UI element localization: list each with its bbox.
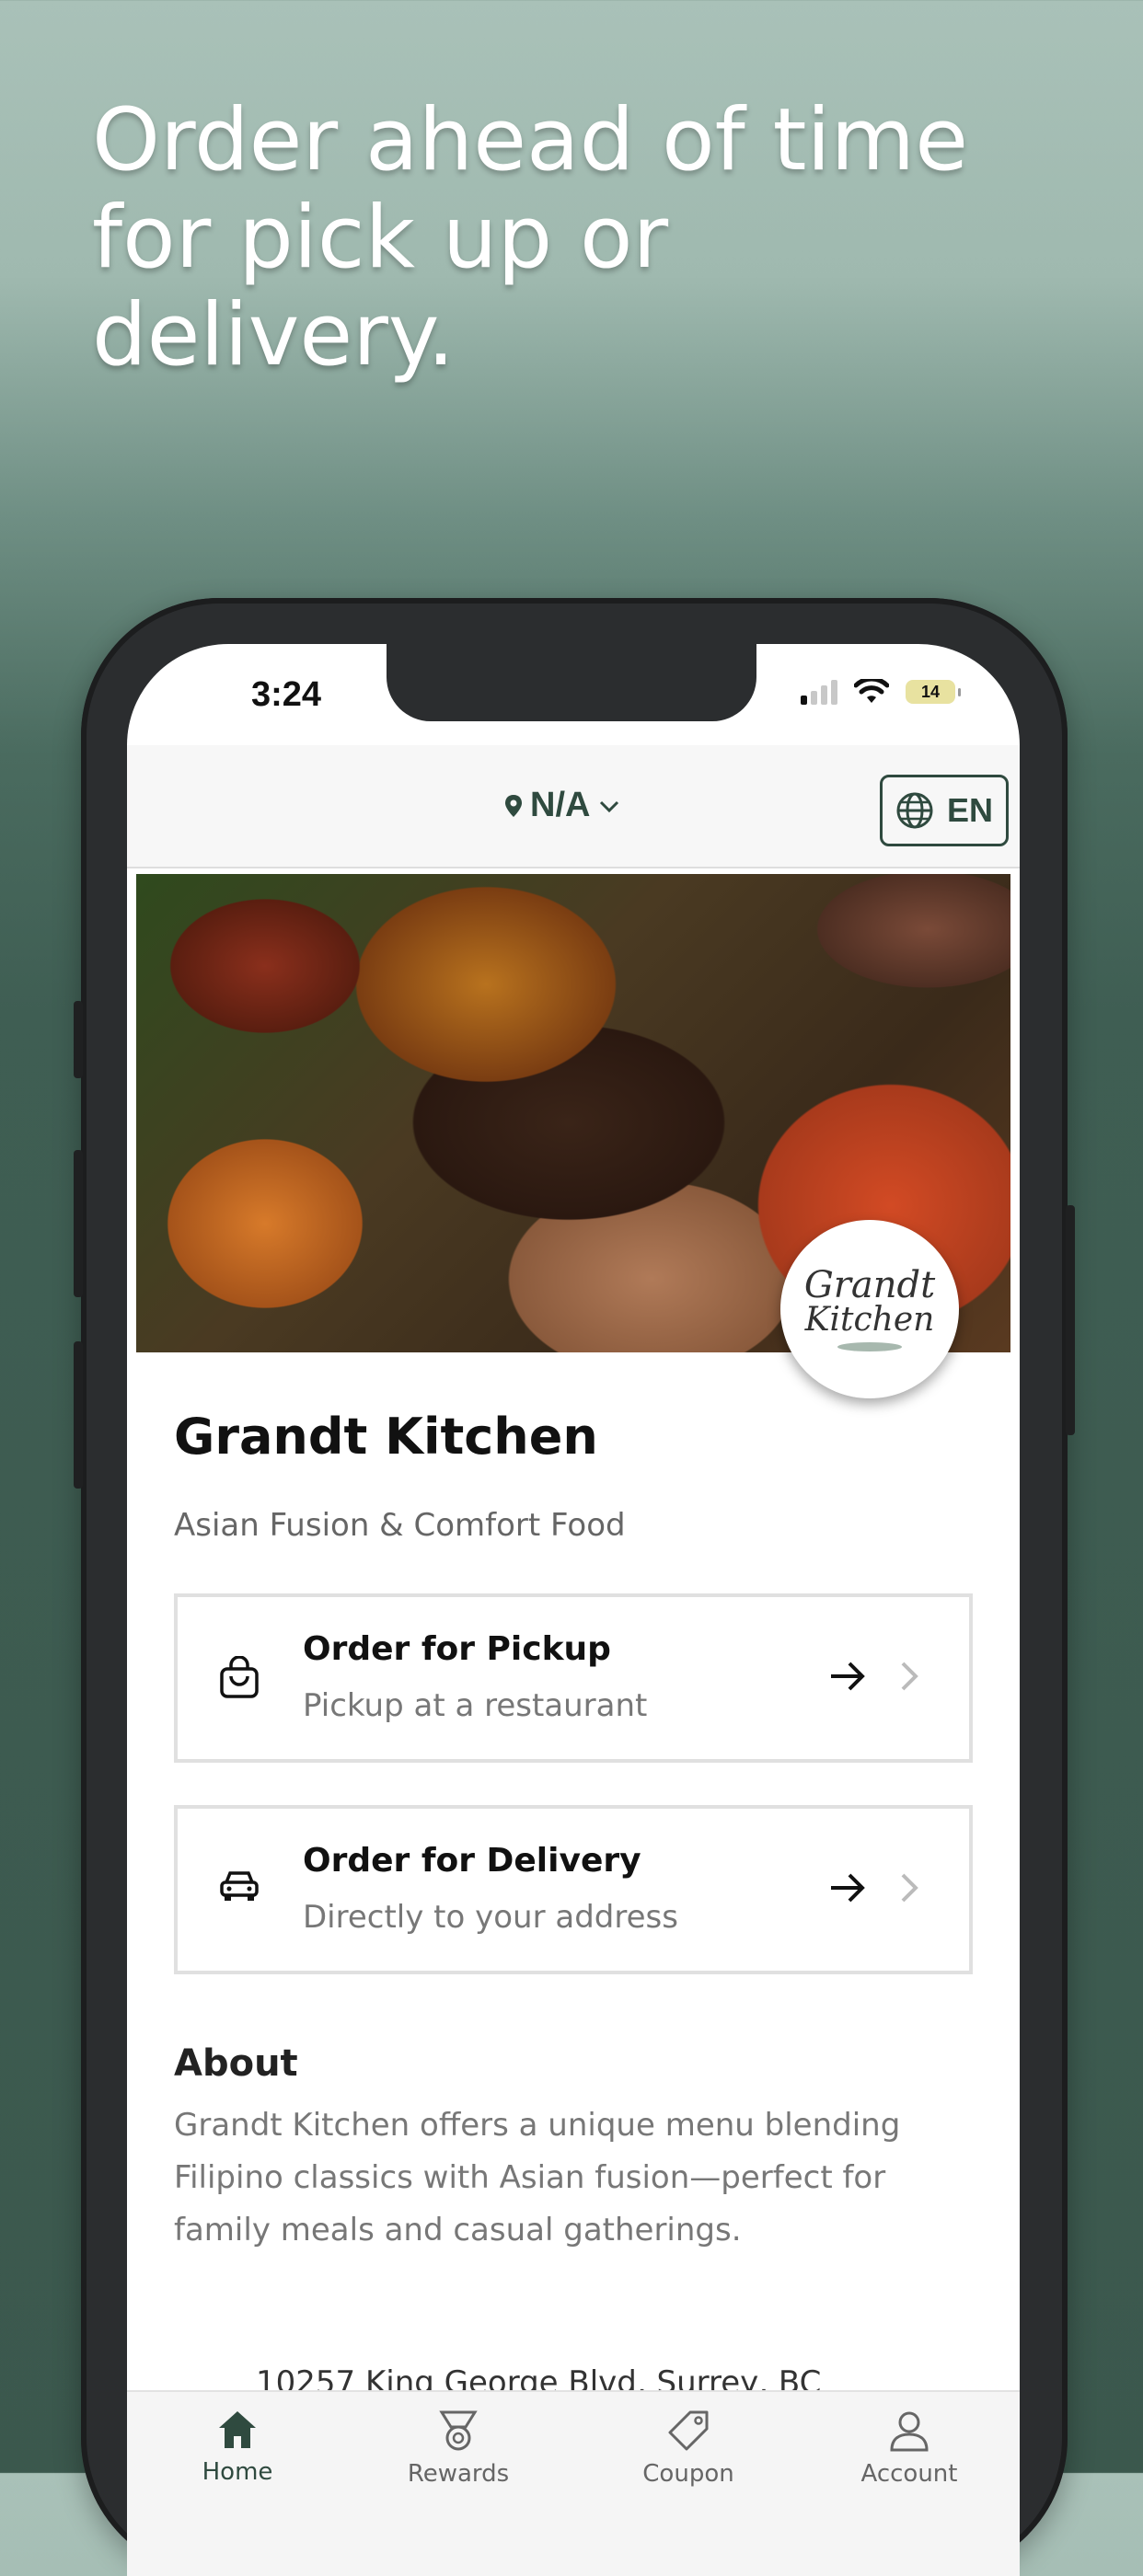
order-pickup-subtitle: Pickup at a restaurant (303, 1687, 648, 1724)
location-pin-icon (505, 794, 522, 817)
tab-coupon-label: Coupon (642, 2460, 734, 2488)
bottom-tab-bar: Home Rewards Coupon Account (127, 2390, 1020, 2576)
tab-rewards[interactable]: Rewards (366, 2409, 550, 2488)
restaurant-name: Grandt Kitchen (174, 1408, 598, 1466)
about-text: Grandt Kitchen offers a unique menu blen… (174, 2107, 901, 2248)
order-delivery-title: Order for Delivery (303, 1842, 641, 1880)
battery-level: 14 (920, 682, 941, 701)
restaurant-logo: Grandt Kitchen (780, 1220, 959, 1398)
user-icon (890, 2411, 929, 2452)
phone-mute-switch (74, 1001, 83, 1078)
headline-line-3: delivery. (92, 285, 455, 385)
location-label: N/A (530, 786, 591, 824)
tab-account[interactable]: Account (817, 2409, 1001, 2488)
wifi-icon (854, 679, 889, 703)
about-heading: About (174, 2042, 298, 2085)
phone-power-button (1066, 1205, 1075, 1435)
logo-text-line-1: Grandt (803, 1264, 936, 1306)
logo-leaf-icon (837, 1342, 902, 1351)
location-selector[interactable]: N/A (504, 786, 621, 825)
tab-home[interactable]: Home (145, 2409, 329, 2486)
restaurant-subtitle: Asian Fusion & Comfort Food (174, 1507, 626, 1544)
chevron-right-icon (901, 1662, 918, 1691)
tag-icon (668, 2410, 709, 2451)
tab-account-label: Account (860, 2460, 958, 2488)
tab-rewards-label: Rewards (407, 2460, 510, 2488)
status-time: 3:24 (251, 675, 322, 714)
order-delivery-card[interactable]: Order for Delivery Directly to your addr… (174, 1805, 973, 1974)
order-pickup-card[interactable]: Order for Pickup Pickup at a restaurant (174, 1593, 973, 1763)
phone-notch (387, 644, 756, 721)
order-pickup-title: Order for Pickup (303, 1630, 611, 1668)
status-icons: 14 (801, 679, 961, 705)
language-label: EN (946, 791, 993, 829)
app-header: N/A EN (127, 745, 1020, 868)
chevron-down-icon (600, 800, 619, 812)
language-button[interactable]: EN (880, 775, 1009, 846)
arrow-right-icon (831, 1873, 865, 1903)
globe-icon (896, 792, 933, 829)
logo-text-line-2: Kitchen (804, 1301, 935, 1339)
cellular-signal-icon (801, 679, 837, 705)
phone-volume-up (74, 1150, 83, 1297)
tab-coupon[interactable]: Coupon (596, 2409, 780, 2488)
shopping-bag-icon (220, 1656, 259, 1698)
app-screen: 3:24 14 N/A EN Grandt Kitchen Grandt Kit… (127, 644, 1020, 2576)
headline-line-2: for pick up or (92, 188, 669, 288)
headline-line-1: Order ahead of time (92, 90, 969, 190)
arrow-right-icon (831, 1662, 865, 1691)
home-icon (219, 2411, 256, 2448)
medal-icon (439, 2410, 478, 2451)
marketing-headline: Order ahead of time for pick up or deliver… (92, 92, 1068, 385)
tab-home-label: Home (202, 2458, 273, 2486)
phone-volume-down (74, 1341, 83, 1489)
battery-icon: 14 (906, 680, 961, 704)
car-icon (220, 1871, 259, 1901)
chevron-right-icon (901, 1873, 918, 1903)
order-delivery-subtitle: Directly to your address (303, 1899, 678, 1936)
